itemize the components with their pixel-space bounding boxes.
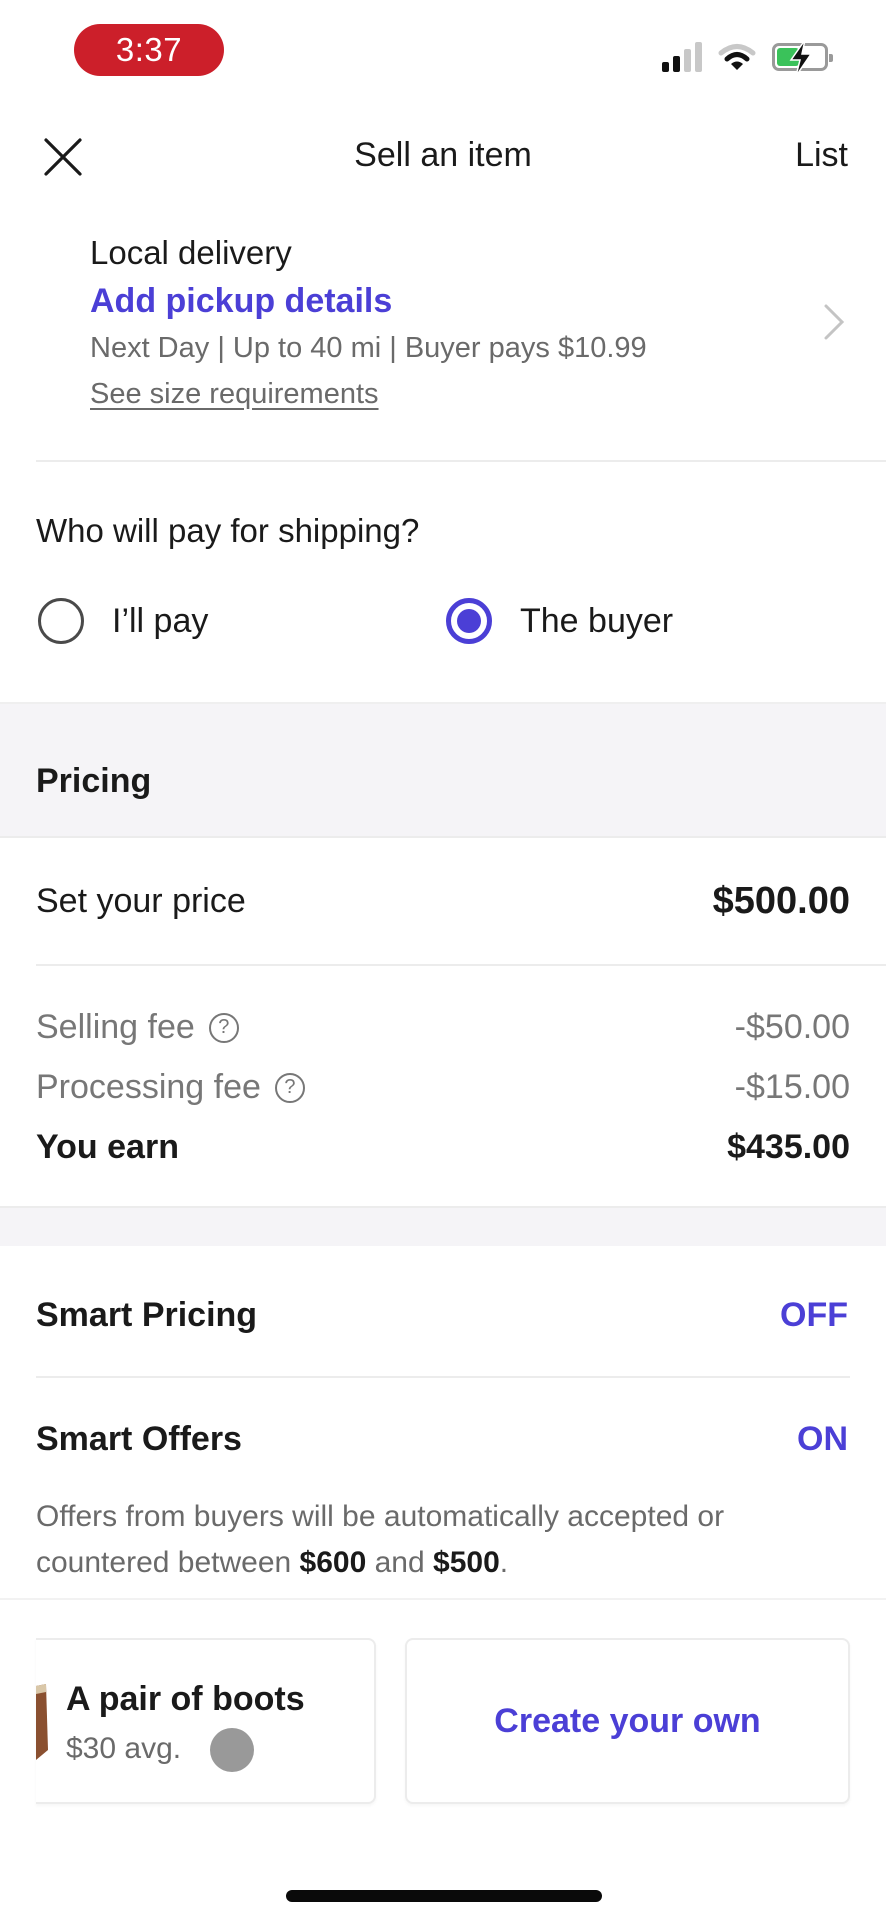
chevron-right-icon (824, 304, 845, 340)
processing-fee-row: Processing fee? -$15.00 (0, 1068, 886, 1118)
question-circle-icon[interactable]: ? (274, 1072, 305, 1103)
touch-indicator (210, 1728, 254, 1772)
you-earn-row: You earn $435.00 (0, 1128, 886, 1178)
smart-offers-row[interactable]: Smart Offers ON (0, 1400, 886, 1480)
divider (36, 1376, 850, 1378)
radio-option-the-buyer[interactable]: The buyer (446, 596, 673, 646)
set-price-value[interactable]: $500.00 (713, 880, 850, 923)
radio-label: I’ll pay (112, 601, 209, 640)
set-price-label: Set your price (36, 882, 246, 920)
you-earn-label: You earn (36, 1128, 179, 1166)
offer-low-value: $500 (433, 1546, 500, 1579)
processing-fee-label: Processing fee (36, 1068, 261, 1106)
home-indicator[interactable] (286, 1890, 602, 1902)
local-delivery-row[interactable]: Local delivery Add pickup details Next D… (0, 226, 886, 462)
radio-unselected-icon[interactable] (38, 598, 84, 644)
pricing-section-header: Pricing (0, 702, 886, 838)
local-delivery-label: Local delivery (90, 234, 292, 271)
page-title: Sell an item (354, 136, 532, 174)
desc-text: . (499, 1546, 509, 1579)
status-time: 3:37 (74, 24, 224, 76)
wifi-icon (718, 44, 756, 70)
pricing-heading: Pricing (36, 762, 152, 800)
desc-text: and (366, 1546, 434, 1579)
processing-fee-value: -$15.00 (734, 1068, 850, 1106)
suggestion-name: A pair of boots (66, 1680, 305, 1718)
divider (0, 1598, 886, 1600)
add-pickup-details-link[interactable]: Add pickup details (90, 282, 392, 321)
boot-thumbnail-icon (36, 1684, 48, 1760)
smart-pricing-row[interactable]: Smart Pricing OFF (0, 1276, 886, 1356)
cellular-signal-icon (662, 42, 702, 72)
shipping-question: Who will pay for shipping? (36, 512, 420, 549)
selling-fee-label: Selling fee (36, 1008, 195, 1046)
nav-bar: Sell an item List (0, 120, 886, 194)
suggestion-card[interactable]: A pair of boots $30 avg. (36, 1638, 376, 1804)
create-your-own-label: Create your own (494, 1701, 761, 1740)
size-requirements-link[interactable]: See size requirements (90, 378, 379, 411)
smart-pricing-label: Smart Pricing (36, 1296, 258, 1334)
radio-option-ill-pay[interactable]: I’ll pay (38, 596, 208, 646)
smart-pricing-toggle[interactable]: OFF (780, 1296, 848, 1335)
selling-fee-row: Selling fee? -$50.00 (0, 1008, 886, 1058)
status-icons (662, 40, 833, 76)
divider (36, 460, 886, 462)
smart-offers-description: Offers from buyers will be automatically… (36, 1494, 836, 1586)
radio-selected-icon[interactable] (446, 598, 492, 644)
suggestion-avg-price: $30 avg. (66, 1732, 182, 1765)
section-spacer (0, 1206, 886, 1246)
delivery-meta: Next Day | Up to 40 mi | Buyer pays $10.… (90, 332, 647, 364)
status-bar: 3:37 (0, 0, 886, 100)
you-earn-value: $435.00 (727, 1128, 850, 1166)
create-your-own-card[interactable]: Create your own (405, 1638, 850, 1804)
smart-offers-toggle[interactable]: ON (797, 1420, 848, 1459)
question-circle-icon[interactable]: ? (208, 1012, 239, 1043)
set-price-row[interactable]: Set your price $500.00 (0, 840, 886, 964)
radio-label: The buyer (520, 601, 674, 640)
smart-offers-label: Smart Offers (36, 1420, 242, 1458)
offer-high-value: $600 (299, 1546, 367, 1579)
list-button[interactable]: List (795, 136, 848, 175)
selling-fee-value: -$50.00 (734, 1008, 850, 1046)
battery-charging-icon (772, 40, 833, 76)
divider (36, 964, 886, 966)
